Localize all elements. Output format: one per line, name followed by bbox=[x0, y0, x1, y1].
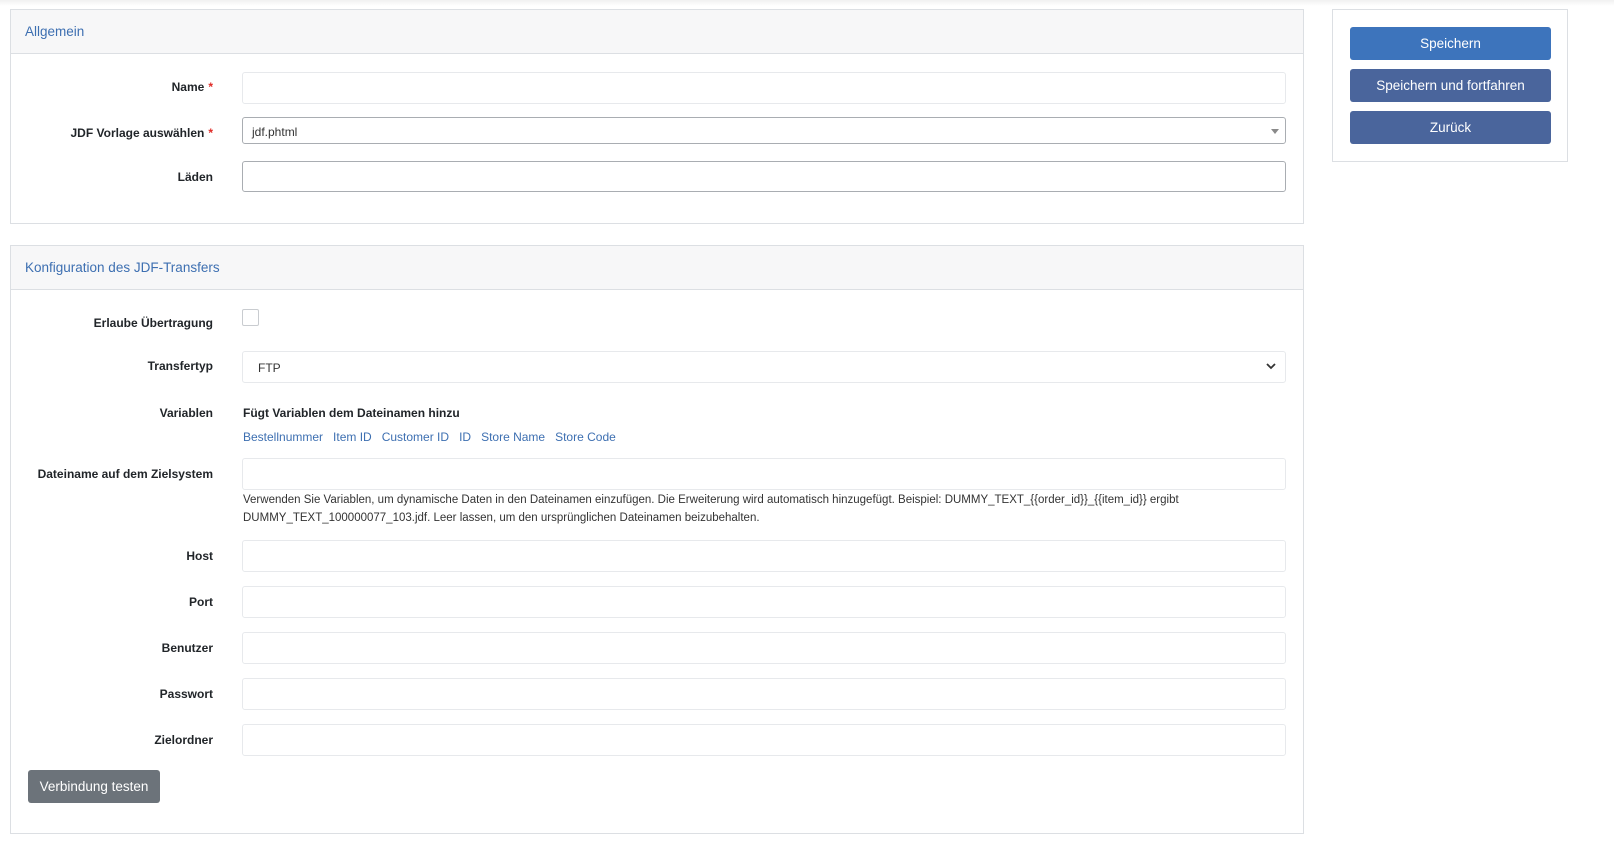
save-button[interactable]: Speichern bbox=[1350, 27, 1551, 60]
transfer-panel: Konfiguration des JDF-Transfers Erlaube … bbox=[10, 245, 1304, 834]
general-panel: Allgemein Name * JDF Vorlage auswählen * j… bbox=[10, 9, 1304, 224]
target-folder-input[interactable] bbox=[242, 724, 1286, 756]
name-label: Name * bbox=[171, 80, 213, 94]
filename-hint: Verwenden Sie Variablen, um dynamische D… bbox=[243, 494, 1179, 524]
required-mark: * bbox=[208, 80, 213, 94]
allow-label: Erlaube Übertragung bbox=[93, 316, 213, 330]
type-label: Transfertyp bbox=[147, 359, 213, 373]
template-select[interactable]: jdf.phtml bbox=[242, 117, 1286, 144]
host-label: Host bbox=[186, 549, 213, 563]
transfer-type-select[interactable]: FTP bbox=[242, 351, 1286, 383]
template-label: JDF Vorlage auswählen * bbox=[70, 126, 214, 140]
transfer-type-value: FTP bbox=[258, 361, 281, 375]
top-strip bbox=[0, 0, 1614, 6]
variables-links: Bestellnummer Item ID Customer ID ID Sto… bbox=[243, 430, 616, 444]
actions-panel: Speichern Speichern und fortfahren Zurüc… bbox=[1332, 9, 1568, 162]
template-select-value: jdf.phtml bbox=[252, 125, 298, 139]
variable-link-store-code[interactable]: Store Code bbox=[555, 430, 616, 444]
back-button[interactable]: Zurück bbox=[1350, 111, 1551, 144]
dropdown-caret-icon bbox=[1271, 129, 1279, 134]
variable-link-item-id[interactable]: Item ID bbox=[333, 430, 372, 444]
stores-label: Läden bbox=[177, 170, 213, 184]
allow-transfer-checkbox[interactable] bbox=[242, 309, 259, 326]
chevron-down-icon bbox=[1266, 363, 1276, 370]
general-panel-header: Allgemein bbox=[11, 10, 1303, 54]
variables-label: Variablen bbox=[159, 406, 213, 420]
test-connection-button[interactable]: Verbindung testen bbox=[28, 770, 160, 803]
folder-label: Zielordner bbox=[154, 733, 213, 747]
filename-input[interactable] bbox=[242, 458, 1286, 490]
password-label: Passwort bbox=[159, 687, 213, 701]
user-label: Benutzer bbox=[161, 641, 213, 655]
user-input[interactable] bbox=[242, 632, 1286, 664]
password-input[interactable] bbox=[242, 678, 1286, 710]
variable-link-customer-id[interactable]: Customer ID bbox=[382, 430, 449, 444]
name-input[interactable] bbox=[242, 72, 1286, 104]
port-label: Port bbox=[189, 595, 213, 609]
transfer-panel-header: Konfiguration des JDF-Transfers bbox=[11, 246, 1303, 290]
transfer-panel-title: Konfiguration des JDF-Transfers bbox=[25, 260, 220, 275]
host-input[interactable] bbox=[242, 540, 1286, 572]
required-mark: * bbox=[208, 126, 213, 140]
variables-title: Fügt Variablen dem Dateinamen hinzu bbox=[243, 406, 460, 420]
variable-link-id[interactable]: ID bbox=[459, 430, 471, 444]
general-panel-title: Allgemein bbox=[25, 24, 85, 39]
stores-multiselect[interactable] bbox=[242, 161, 1286, 192]
variable-link-store-name[interactable]: Store Name bbox=[481, 430, 545, 444]
save-continue-button[interactable]: Speichern und fortfahren bbox=[1350, 69, 1551, 102]
port-input[interactable] bbox=[242, 586, 1286, 618]
filename-label: Dateiname auf dem Zielsystem bbox=[37, 467, 213, 481]
variable-link-bestellnummer[interactable]: Bestellnummer bbox=[243, 430, 323, 444]
